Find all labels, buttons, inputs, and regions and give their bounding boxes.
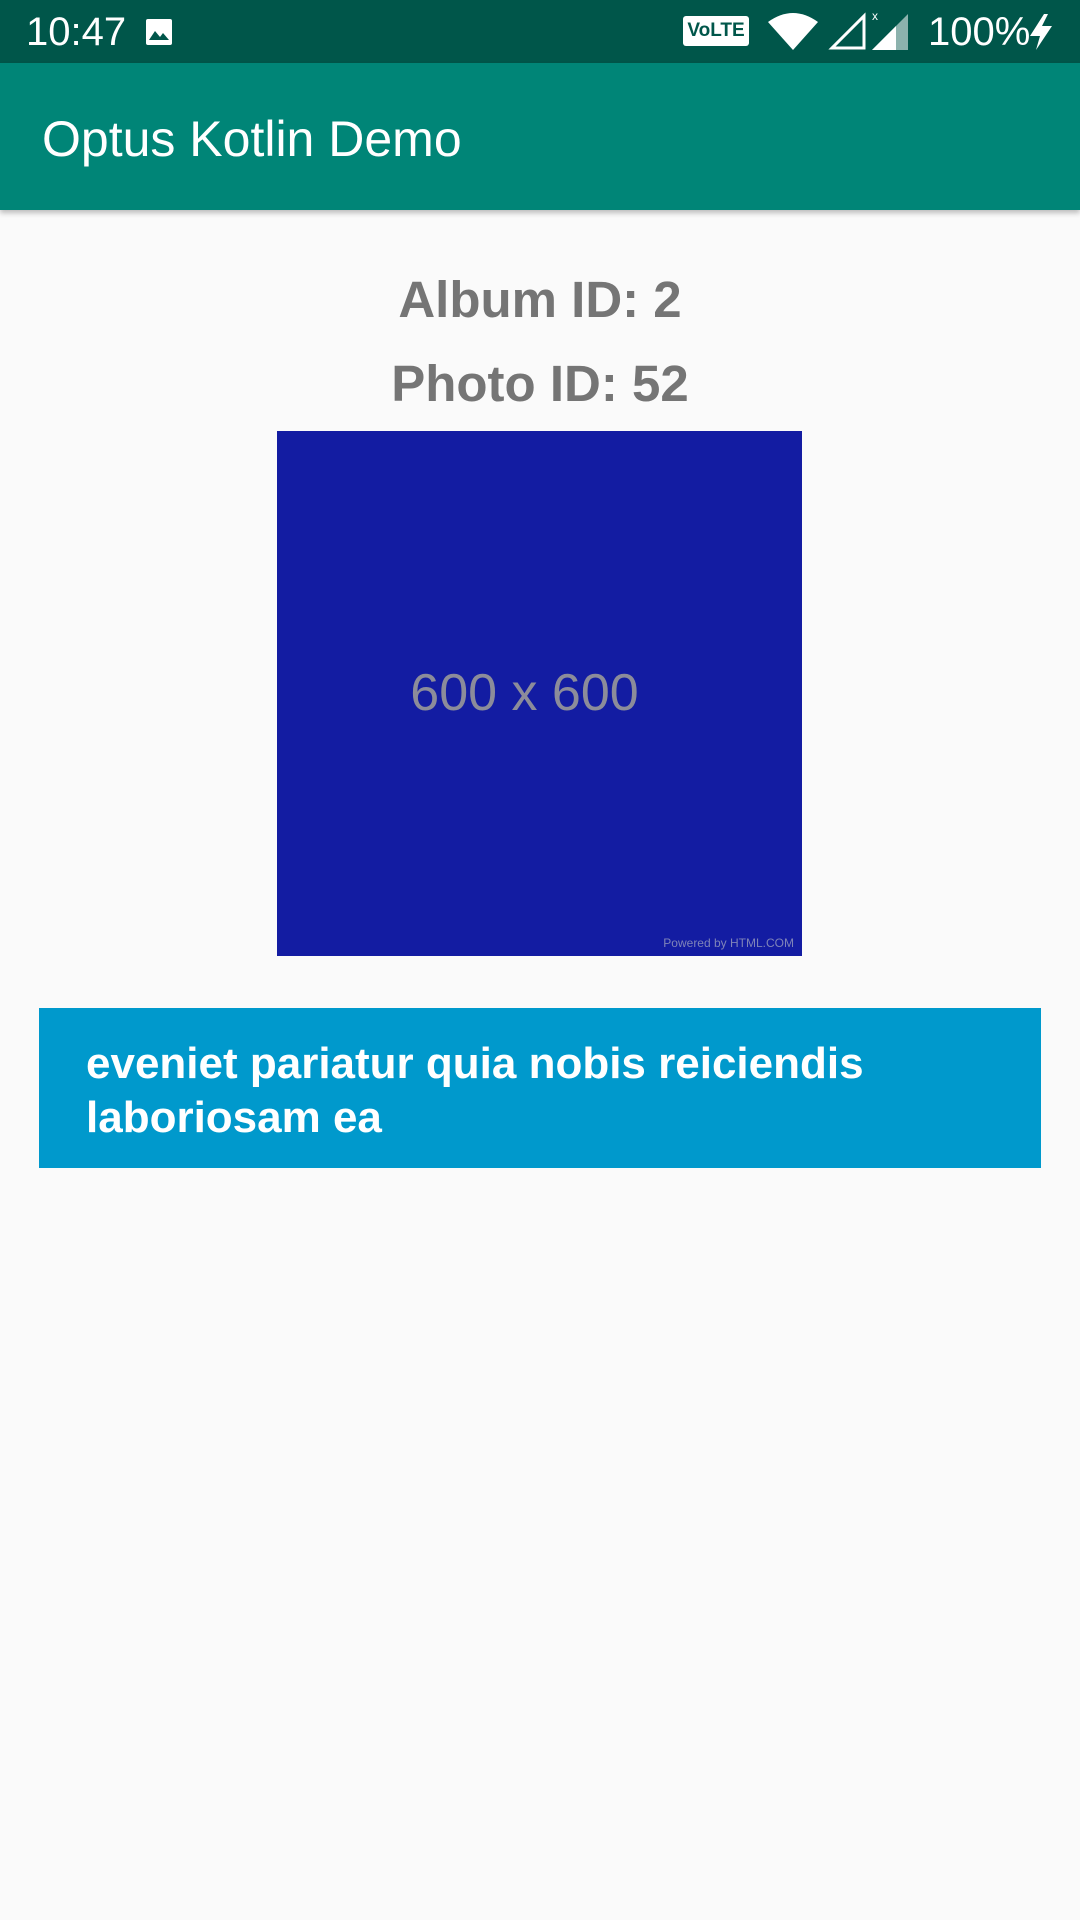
signal-icon [828,12,866,50]
battery-level: 100% [928,10,1031,54]
signal-icon: x [872,9,908,50]
album-id-label: Album ID: 2 [398,271,682,328]
photo-icon [146,19,172,45]
photo-placeholder-text: 600 x 600 [410,664,639,722]
wifi-icon [768,13,818,50]
photo-title: eveniet pariatur quia nobis reiciendis l… [86,1039,864,1142]
photo-title-card: eveniet pariatur quia nobis reiciendis l… [39,1008,1041,1168]
photo-id-label: Photo ID: 52 [391,355,689,412]
volte-badge: VoLTE [683,16,749,46]
status-bar: 10:47 VoLTE x 100% [0,0,1080,63]
photo-image: 600 x 600 Powered by HTML.COM [277,431,802,956]
photo-watermark: Powered by HTML.COM [663,936,794,950]
status-time: 10:47 [26,10,127,54]
app-bar: Optus Kotlin Demo [0,63,1080,210]
svg-text:x: x [872,9,878,23]
app-title: Optus Kotlin Demo [42,111,462,167]
charging-bolt-icon [1030,14,1052,50]
